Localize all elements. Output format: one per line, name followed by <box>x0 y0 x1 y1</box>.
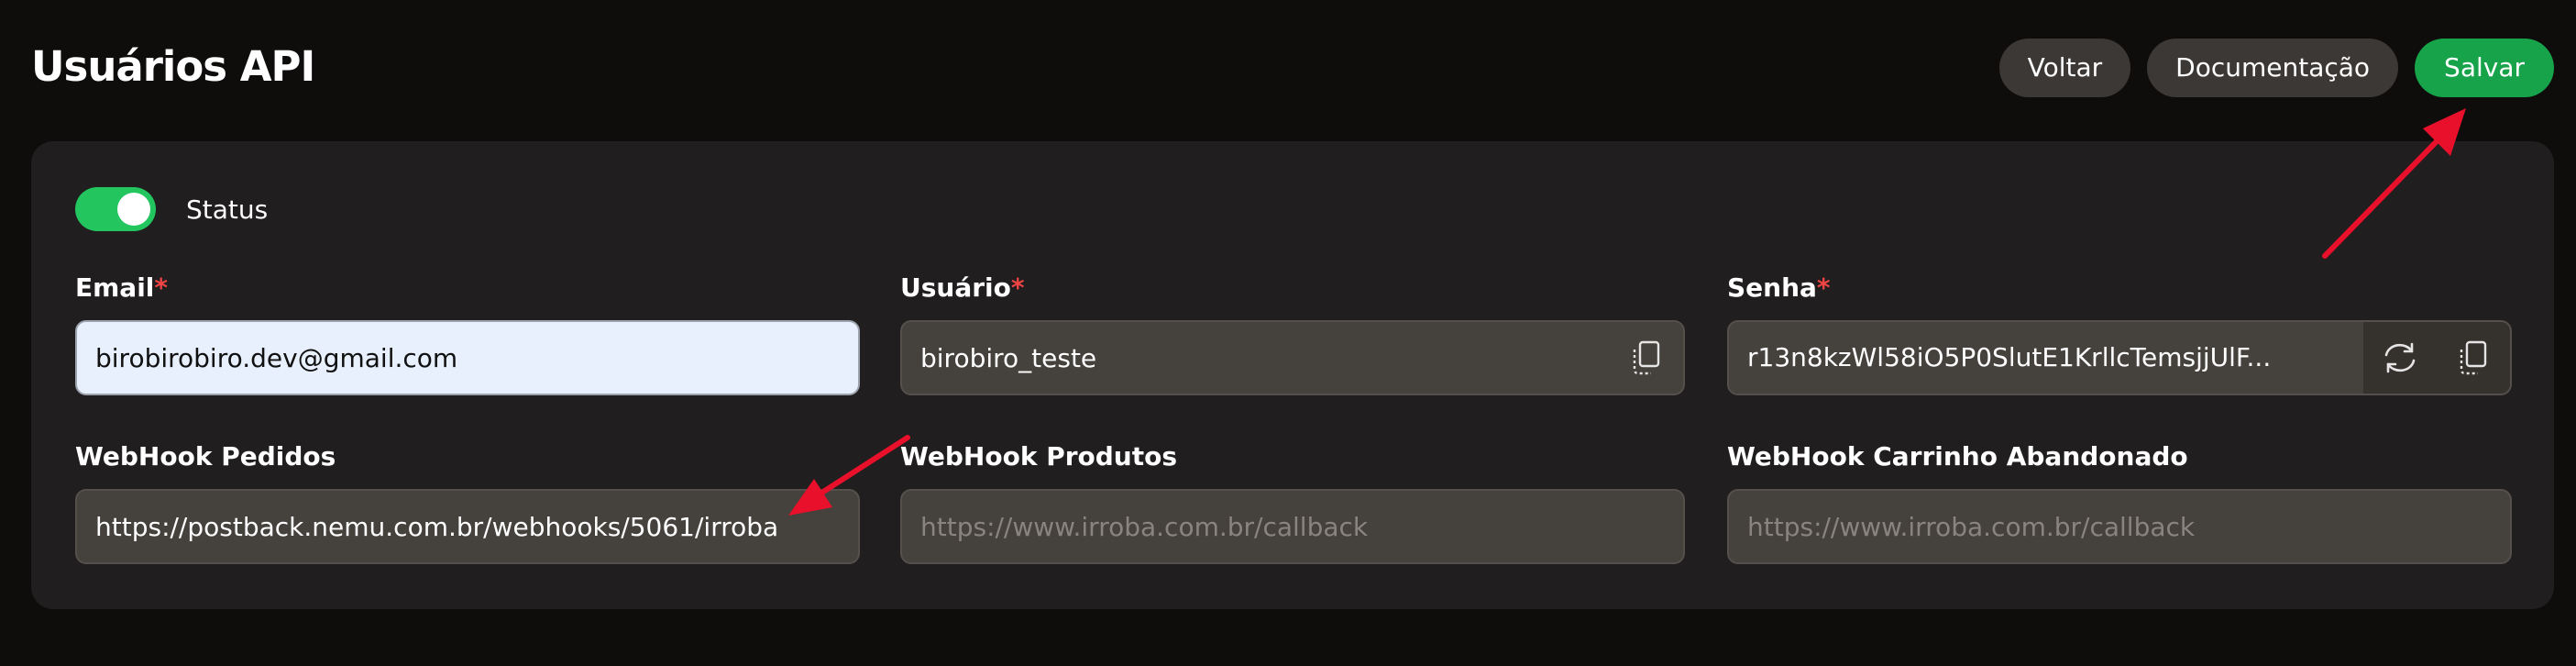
usuario-label: Usuário* <box>900 272 1685 305</box>
required-mark: * <box>154 272 169 303</box>
required-mark: * <box>1010 272 1025 303</box>
status-toggle[interactable] <box>75 187 156 231</box>
usuario-label-text: Usuário <box>900 272 1011 303</box>
back-button[interactable]: Voltar <box>1998 39 2131 97</box>
senha-field-group: Senha* r13n8kzWl58iO5P0SlutE1KrllcTemsjj… <box>1727 272 2512 395</box>
webhook-carrinho-placeholder[interactable]: https://www.irroba.com.br/callback <box>1729 512 2510 542</box>
senha-field[interactable]: r13n8kzWl58iO5P0SlutE1KrllcTemsjjUlF... <box>1727 320 2512 395</box>
form-card: Status Email* birobirobiro.dev@gmail.com… <box>31 141 2554 609</box>
page: Usuários API Voltar Documentação Salvar … <box>0 0 2576 666</box>
webhook-produtos-group: WebHook Produtos https://www.irroba.com.… <box>900 440 1685 564</box>
toggle-knob <box>117 193 150 226</box>
webhook-produtos-label: WebHook Produtos <box>900 441 1178 472</box>
email-label-text: Email <box>75 272 155 303</box>
copy-icon[interactable] <box>1610 322 1683 394</box>
webhook-pedidos-label: WebHook Pedidos <box>75 441 336 472</box>
senha-label: Senha* <box>1727 272 2512 305</box>
usuario-field-group: Usuário* birobiro_teste <box>900 272 1685 395</box>
documentation-button[interactable]: Documentação <box>2147 39 2399 97</box>
status-label: Status <box>186 194 269 225</box>
copy-icon[interactable] <box>2437 322 2510 394</box>
usuario-field[interactable]: birobiro_teste <box>900 320 1685 395</box>
status-row: Status <box>75 187 268 231</box>
webhook-carrinho-label: WebHook Carrinho Abandonado <box>1727 441 2188 472</box>
refresh-icon[interactable] <box>2363 322 2437 394</box>
page-title: Usuários API <box>31 42 315 91</box>
senha-value[interactable]: r13n8kzWl58iO5P0SlutE1KrllcTemsjjUlF... <box>1729 322 2363 394</box>
usuario-value[interactable]: birobiro_teste <box>902 343 1610 373</box>
header-actions: Voltar Documentação Salvar <box>1998 39 2554 97</box>
email-value[interactable]: birobirobiro.dev@gmail.com <box>77 343 858 373</box>
webhook-pedidos-group: WebHook Pedidos https://postback.nemu.co… <box>75 440 860 564</box>
email-field-group: Email* birobirobiro.dev@gmail.com <box>75 272 860 395</box>
webhook-carrinho-field[interactable]: https://www.irroba.com.br/callback <box>1727 489 2512 564</box>
email-label: Email* <box>75 272 860 305</box>
senha-label-text: Senha <box>1727 272 1817 303</box>
required-mark: * <box>1816 272 1831 303</box>
save-button[interactable]: Salvar <box>2415 39 2554 97</box>
webhook-produtos-placeholder[interactable]: https://www.irroba.com.br/callback <box>902 512 1683 542</box>
webhook-produtos-field[interactable]: https://www.irroba.com.br/callback <box>900 489 1685 564</box>
webhook-pedidos-value[interactable]: https://postback.nemu.com.br/webhooks/50… <box>77 512 858 542</box>
webhook-pedidos-field[interactable]: https://postback.nemu.com.br/webhooks/50… <box>75 489 860 564</box>
senha-actions <box>2363 322 2510 394</box>
email-field[interactable]: birobirobiro.dev@gmail.com <box>75 320 860 395</box>
webhook-carrinho-group: WebHook Carrinho Abandonado https://www.… <box>1727 440 2512 564</box>
